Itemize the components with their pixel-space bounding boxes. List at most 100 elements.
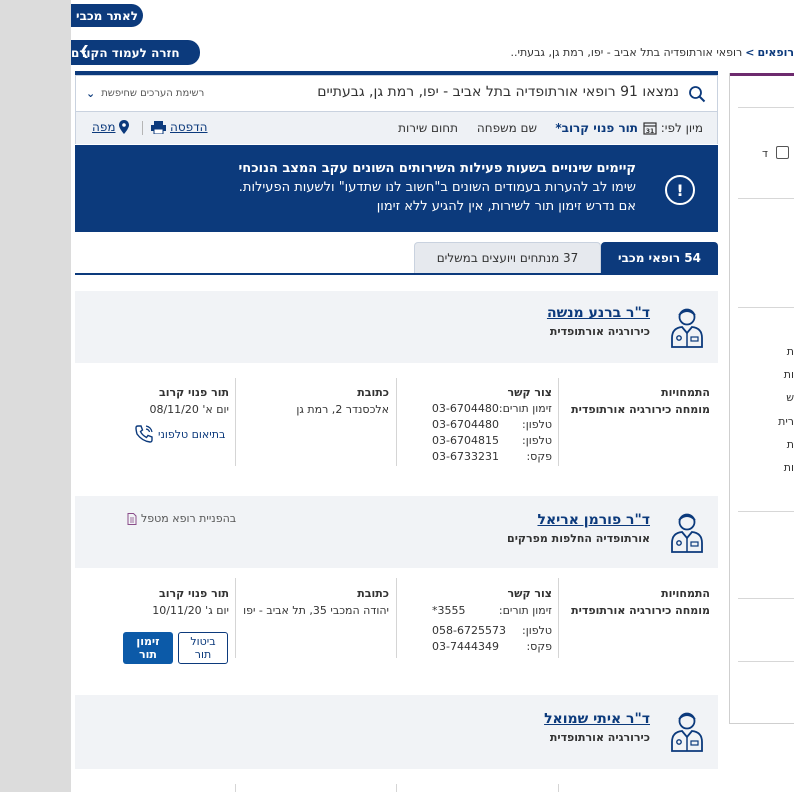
contact-value[interactable]: 058-6725573 (432, 624, 506, 637)
book-appointment-button[interactable]: זימון תור (123, 632, 173, 664)
sort-service-field[interactable]: תחום שירות (398, 121, 458, 135)
doctor-card-header: ד"ר ברנע מנשה כירורגיה אורתופדית (75, 291, 718, 363)
calendar-icon: 31 (643, 122, 657, 135)
col-header-specialties: התמחויות (661, 587, 710, 600)
contact-value[interactable]: 03-6733231 (432, 450, 499, 463)
alert-title: קיימים שינויים בשעות פעילות השירותים השו… (238, 161, 636, 176)
breadcrumb-separator: > (745, 46, 755, 59)
contact-line: זימון תורים: *3555 (432, 604, 552, 617)
dropdown-label: רשימת הערכים שחיפשת (101, 88, 205, 99)
column-divider (558, 784, 559, 792)
cancel-appointment-button[interactable]: ביטול תור (178, 632, 228, 664)
search-values-dropdown[interactable]: רשימת הערכים שחיפשת ⌄ (86, 87, 204, 100)
breadcrumb: רופאים>רופאי אורתופדיה בתל אביב - יפו, ר… (510, 46, 794, 59)
doctor-specialty: כירורגיה אורתופדית (549, 325, 650, 338)
sort-label: מיון לפי: (660, 121, 703, 135)
appointment-date: יום ג' 10/11/20 (152, 604, 229, 617)
search-icon[interactable] (688, 85, 706, 103)
doctor-card-header: ד"ר פורמן אריאל אורתופדיה החלפות מפרקים … (75, 496, 718, 568)
col-header-address: כתובת (357, 587, 389, 600)
column-divider (235, 784, 236, 792)
to-site-label: לאתר מכבי (76, 8, 138, 23)
doctor-name-link[interactable]: ד"ר איתי שמואל (544, 711, 650, 727)
panel-divider (738, 107, 794, 108)
doctor-card-details (75, 769, 718, 792)
filter-item[interactable]: רית (778, 415, 794, 428)
contact-value[interactable]: 03-7444349 (432, 640, 499, 653)
doctor-name-link[interactable]: ד"ר פורמן אריאל (538, 512, 651, 528)
filter-item[interactable]: ש (786, 391, 794, 404)
tab-surgeons-consultants[interactable]: 37 מנתחים ויועצים במשלים (414, 242, 601, 273)
contact-value[interactable]: 03-6704480 (432, 418, 499, 431)
expertise-text: מומחה כירורגיה אורתופדית (571, 403, 710, 416)
contact-label: זימון תורים: (498, 604, 552, 617)
col-header-address: כתובת (357, 386, 389, 399)
contact-value[interactable]: 03-6704480 (432, 402, 499, 415)
sort-option-label: תור פנוי קרוב* (555, 121, 638, 135)
contact-line: טלפון: 03-6704480 (432, 418, 552, 431)
breadcrumb-current: רופאי אורתופדיה בתל אביב - יפו, רמת גן, … (510, 46, 743, 59)
map-pin-icon (119, 120, 130, 134)
to-site-button[interactable]: לאתר מכבי (71, 4, 143, 27)
tab-label: 54 רופאי מכבי (618, 250, 701, 265)
filter-item[interactable]: ות (784, 368, 794, 381)
address-text: יהודה המכבי 35, תל אביב - יפו (243, 604, 389, 617)
search-summary: נמצאו 91 רופאי אורתופדיה בתל אביב - יפו,… (75, 75, 718, 112)
filter-checkbox[interactable] (776, 146, 789, 159)
contact-label: טלפון: (522, 624, 552, 637)
document-icon (127, 512, 137, 525)
cancel-label: ביטול תור (190, 634, 216, 661)
column-divider (396, 378, 397, 466)
appointment-date: יום א' 08/11/20 (149, 403, 229, 416)
map-label: מפה (92, 120, 116, 134)
contact-label: טלפון: (522, 418, 552, 431)
panel-divider (738, 307, 794, 308)
panel-divider (738, 198, 794, 199)
tab-label: 37 מנתחים ויועצים במשלים (436, 251, 579, 265)
back-button[interactable]: ❯ חזרה לעמוד הקודם (71, 40, 200, 65)
alert-text: אם נדרש זימון תור לשירות, אין להגיע ללא … (376, 199, 636, 214)
panel-divider (738, 598, 794, 599)
contact-label: זימון תורים: (498, 402, 552, 415)
chevron-down-icon: ⌄ (86, 87, 96, 100)
contact-line: פקס: 03-7444349 (432, 640, 552, 653)
map-link[interactable]: מפה (92, 120, 130, 134)
filter-item[interactable]: ת (787, 438, 794, 451)
contact-line: פקס: 03-6733231 (432, 450, 552, 463)
contact-label: טלפון: (522, 434, 552, 447)
doctor-card-details: התמחויות מומחה כירורגיה אורתופדית צור קש… (75, 568, 718, 678)
chevron-left-icon: ❯ (79, 44, 90, 59)
left-gutter (0, 0, 71, 792)
divider (142, 121, 143, 135)
panel-divider (738, 511, 794, 512)
referral-label: בהפניית רופא מטפל (141, 512, 237, 525)
breadcrumb-doctors[interactable]: רופאים (757, 46, 794, 59)
doctor-avatar-icon (671, 712, 703, 752)
contact-line: זימון תורים: 03-6704480 (432, 402, 552, 415)
contact-value[interactable]: *3555 (432, 604, 466, 617)
column-divider (235, 378, 236, 466)
filter-item[interactable]: ות (784, 461, 794, 474)
doctor-card-header: ד"ר איתי שמואל כירורגיה אורתופדית (75, 695, 718, 769)
filter-checkbox-label: ד (762, 147, 769, 160)
doctor-specialty: כירורגיה אורתופדית (549, 731, 650, 744)
print-label: הדפסה (170, 120, 208, 134)
col-header-next-appointment: תור פנוי קרוב (158, 587, 229, 600)
col-header-contact: צור קשר (507, 587, 552, 600)
phone-coordination: בתיאום טלפוני (134, 424, 225, 444)
sort-last-name[interactable]: שם משפחה (477, 121, 537, 135)
sort-bar: מיון לפי: 31 תור פנוי קרוב* שם משפחה תחו… (75, 112, 718, 144)
panel-top-bar (730, 73, 794, 76)
doctor-name-link[interactable]: ד"ר ברנע מנשה (547, 305, 650, 321)
print-link[interactable]: הדפסה (151, 120, 208, 134)
book-label: זימון תור (136, 634, 160, 661)
column-divider (558, 378, 559, 466)
sort-next-appointment[interactable]: 31 תור פנוי קרוב* (555, 121, 657, 135)
phone-coordination-label: בתיאום טלפוני (158, 427, 226, 441)
filter-panel: ד ת ות ש רית ת ות (729, 73, 794, 724)
tab-maccabi-doctors[interactable]: 54 רופאי מכבי (601, 242, 718, 273)
filter-item[interactable]: ת (787, 345, 794, 358)
contact-value[interactable]: 03-6704815 (432, 434, 499, 447)
column-divider (235, 578, 236, 658)
address-text: אלכסנדר 2, רמת גן (296, 403, 389, 416)
